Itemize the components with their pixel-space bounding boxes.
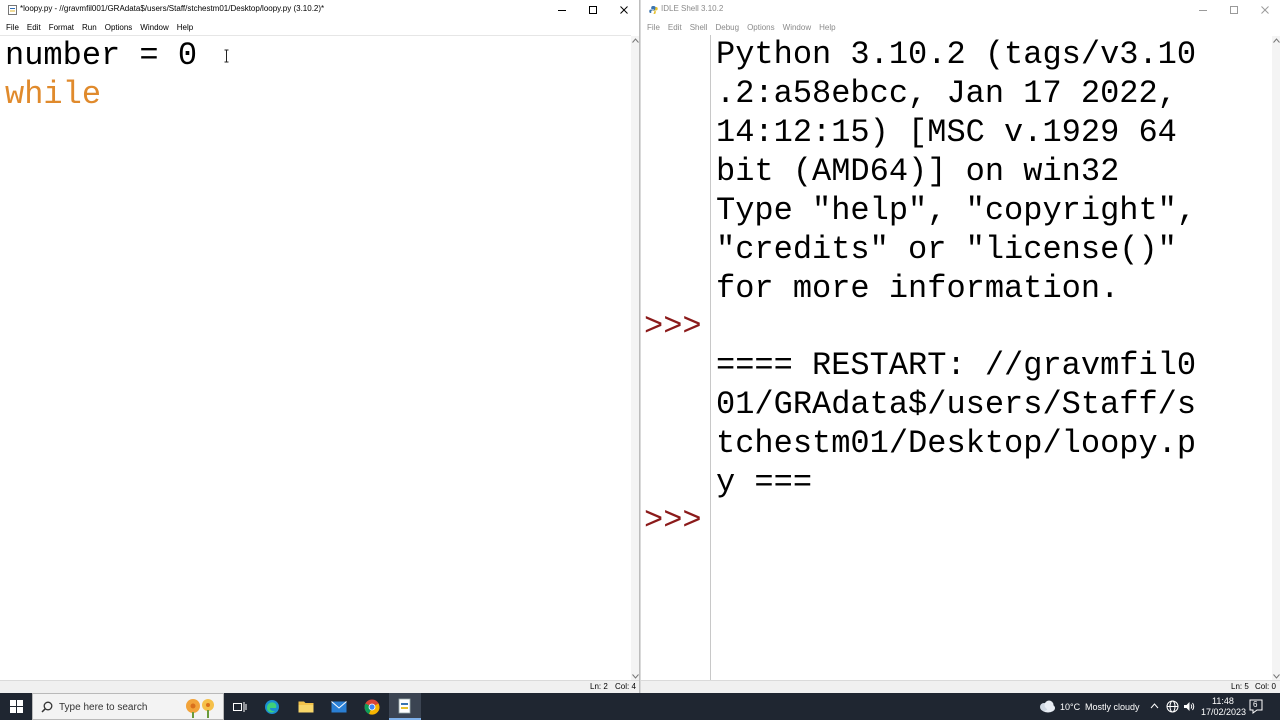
start-button[interactable]	[0, 693, 32, 720]
close-icon	[619, 6, 628, 14]
shell-output-line: ==== RESTART: //gravmfil0	[716, 347, 1197, 384]
editor-title: *loopy.py - //gravmfil001/GRAdata$/users…	[20, 4, 325, 13]
shell-statusbar: Ln: 5 Col: 0	[641, 680, 1280, 693]
maximize-icon	[1229, 6, 1238, 14]
maximize-button[interactable]	[1218, 0, 1249, 20]
notification-count: 6	[1253, 700, 1258, 709]
close-icon	[1260, 6, 1269, 14]
menu-edit[interactable]: Edit	[23, 20, 45, 35]
text-cursor-icon	[224, 49, 229, 63]
shell-prompt: >>>	[644, 308, 702, 345]
chrome-icon	[364, 699, 380, 715]
shell-window[interactable]: IDLE Shell 3.10.2 File Edit Shell Debug …	[640, 0, 1280, 693]
line-number: Ln: 2	[590, 682, 608, 691]
column-number: Col: 0	[1255, 682, 1276, 691]
menu-file[interactable]: File	[643, 20, 664, 35]
minimize-button[interactable]	[546, 0, 577, 20]
shell-output-line: y ===	[716, 464, 813, 501]
menu-format[interactable]: Format	[45, 20, 78, 35]
editor-statusbar: Ln: 2 Col: 4	[0, 680, 639, 693]
shell-output-line: .2:a58ebcc, Jan 17 2022,	[716, 75, 1177, 112]
editor-menubar: File Edit Format Run Options Window Help	[0, 20, 639, 35]
shell-scrollbar[interactable]	[1272, 36, 1280, 681]
menu-help[interactable]: Help	[173, 20, 197, 35]
task-view-button[interactable]	[224, 693, 256, 720]
prompt-gutter: >>> >>>	[641, 35, 711, 680]
shell-titlebar[interactable]: IDLE Shell 3.10.2	[641, 0, 1280, 20]
editor-scrollbar[interactable]	[631, 36, 639, 681]
edge-browser-button[interactable]	[256, 693, 288, 720]
shell-output-line: 14:12:15) [MSC v.1929 64	[716, 114, 1177, 151]
editor-titlebar[interactable]: *loopy.py - //gravmfil001/GRAdata$/users…	[0, 0, 639, 20]
menu-options[interactable]: Options	[101, 20, 137, 35]
python-file-icon	[8, 5, 17, 15]
weather-cloudy-icon[interactable]	[1038, 700, 1056, 713]
shell-output-line: bit (AMD64)] on win32	[716, 153, 1120, 190]
shell-title: IDLE Shell 3.10.2	[661, 4, 724, 13]
chrome-button[interactable]	[356, 693, 388, 720]
clock-date[interactable]: 17/02/2023	[1201, 707, 1246, 717]
editor-window-controls	[546, 0, 639, 20]
shell-output-line: Type "help", "copyright",	[716, 192, 1197, 229]
column-number: Col: 4	[615, 682, 636, 691]
shell-output[interactable]: Python 3.10.2 (tags/v3.10 .2:a58ebcc, Ja…	[712, 35, 1272, 680]
search-placeholder: Type here to search	[59, 702, 148, 713]
weather-temperature[interactable]: 10°C	[1060, 702, 1080, 712]
windows-logo-icon	[9, 700, 23, 713]
scroll-up-icon[interactable]	[631, 36, 639, 45]
menu-run[interactable]: Run	[78, 20, 101, 35]
shell-output-line: for more information.	[716, 270, 1120, 307]
idle-taskbar-button[interactable]	[389, 693, 421, 720]
taskbar-search[interactable]: Type here to search	[32, 693, 224, 720]
keyword-token: while	[5, 76, 102, 113]
code-line[interactable]: while	[5, 75, 101, 114]
editor-window[interactable]: *loopy.py - //gravmfil001/GRAdata$/users…	[0, 0, 640, 693]
shell-menubar: File Edit Shell Debug Options Window Hel…	[641, 20, 1280, 35]
task-view-icon	[233, 701, 247, 712]
python-file-icon	[398, 698, 411, 713]
taskbar: Type here to search 10°C Mostly cloudy 1…	[0, 693, 1280, 720]
weather-condition[interactable]: Mostly cloudy	[1085, 702, 1140, 712]
file-explorer-button[interactable]	[290, 693, 322, 720]
menu-help[interactable]: Help	[815, 20, 839, 35]
notification-center-button[interactable]: 6	[1248, 698, 1264, 715]
code-editor[interactable]: number = 0 while	[0, 35, 631, 680]
maximize-icon	[588, 6, 597, 14]
line-number: Ln: 5	[1231, 682, 1249, 691]
folder-icon	[298, 701, 314, 713]
shell-output-line: 01/GRAdata$/users/Staff/s	[716, 386, 1197, 423]
menu-debug[interactable]: Debug	[711, 20, 743, 35]
scroll-up-icon[interactable]	[1272, 36, 1280, 45]
shell-prompt: >>>	[644, 502, 702, 539]
maximize-button[interactable]	[577, 0, 608, 20]
chevron-up-icon[interactable]	[1150, 703, 1159, 709]
network-globe-icon[interactable]	[1166, 700, 1179, 713]
minimize-button[interactable]	[1187, 0, 1218, 20]
code-line[interactable]: number = 0	[5, 36, 197, 75]
mail-icon	[331, 700, 347, 712]
search-highlight-flowers-icon	[186, 699, 214, 718]
menu-shell[interactable]: Shell	[686, 20, 712, 35]
mail-button[interactable]	[323, 693, 355, 720]
clock-time[interactable]: 11:48	[1212, 696, 1234, 706]
search-icon	[41, 701, 53, 713]
desktop-screen: *loopy.py - //gravmfil001/GRAdata$/users…	[0, 0, 1280, 720]
menu-options[interactable]: Options	[743, 20, 779, 35]
menu-window[interactable]: Window	[779, 20, 815, 35]
shell-output-line: tchestm01/Desktop/loopy.p	[716, 425, 1197, 462]
speaker-icon[interactable]	[1183, 701, 1195, 712]
close-button[interactable]	[1249, 0, 1280, 20]
minimize-icon	[557, 10, 566, 11]
menu-window[interactable]: Window	[136, 20, 172, 35]
minimize-icon	[1198, 10, 1207, 11]
menu-edit[interactable]: Edit	[664, 20, 686, 35]
close-button[interactable]	[608, 0, 639, 20]
menu-file[interactable]: File	[2, 20, 23, 35]
shell-output-line: "credits" or "license()"	[716, 231, 1177, 268]
python-logo-icon	[649, 5, 658, 15]
shell-window-controls	[1187, 0, 1280, 20]
edge-icon	[265, 699, 279, 714]
shell-output-line: Python 3.10.2 (tags/v3.10	[716, 36, 1197, 73]
